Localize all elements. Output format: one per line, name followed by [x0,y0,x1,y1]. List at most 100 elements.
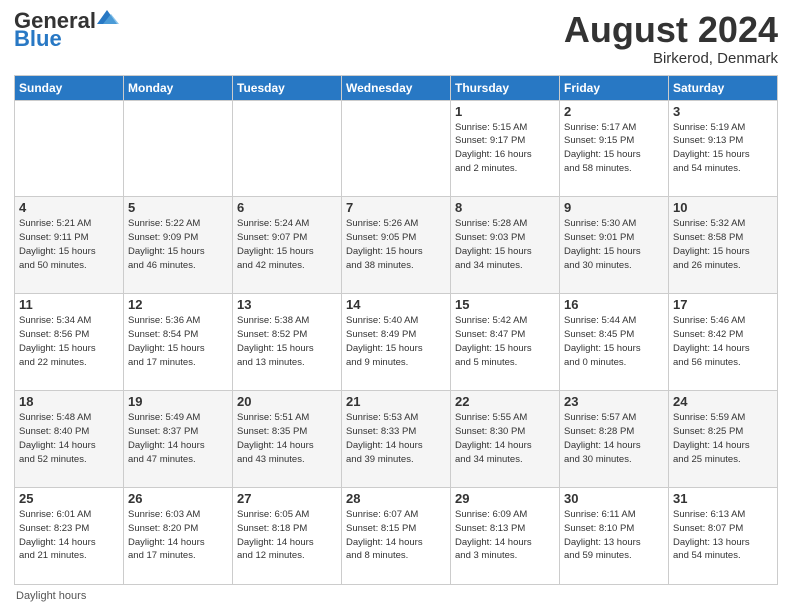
day-number: 2 [564,104,664,119]
day-info: Sunrise: 5:34 AM Sunset: 8:56 PM Dayligh… [19,314,119,369]
day-info: Sunrise: 5:26 AM Sunset: 9:05 PM Dayligh… [346,217,446,272]
day-info: Sunrise: 5:22 AM Sunset: 9:09 PM Dayligh… [128,217,228,272]
calendar-cell: 13 Sunrise: 5:38 AM Sunset: 8:52 PM Dayli… [233,294,342,391]
day-info: Sunrise: 6:13 AM Sunset: 8:07 PM Dayligh… [673,508,773,563]
day-number: 6 [237,200,337,215]
calendar-cell: 15Sunrise: 5:42 AM Sunset: 8:47 PM Dayli… [451,294,560,391]
day-info: Sunrise: 5:46 AM Sunset: 8:42 PM Dayligh… [673,314,773,369]
calendar-cell: 23 Sunrise: 5:57 AM Sunset: 8:28 PM Dayli… [560,391,669,488]
day-info: Sunrise: 6:05 AM Sunset: 8:18 PM Dayligh… [237,508,337,563]
day-number: 14 [346,297,446,312]
logo-icon [97,10,119,28]
day-info: Sunrise: 5:59 AM Sunset: 8:25 PM Dayligh… [673,411,773,466]
header: General Blue August 2024 Birkerod, Denma… [14,10,778,67]
calendar-cell: 21Sunrise: 5:53 AM Sunset: 8:33 PM Dayli… [342,391,451,488]
day-number: 22 [455,394,555,409]
calendar-cell: 3 Sunrise: 5:19 AM Sunset: 9:13 PM Daylig… [669,100,778,197]
col-friday: Friday [560,75,669,100]
col-thursday: Thursday [451,75,560,100]
day-number: 3 [673,104,773,119]
calendar-cell: 20Sunrise: 5:51 AM Sunset: 8:35 PM Dayli… [233,391,342,488]
day-info: Sunrise: 5:36 AM Sunset: 8:54 PM Dayligh… [128,314,228,369]
week-row-4: 18 Sunrise: 5:48 AM Sunset: 8:40 PM Dayli… [15,391,778,488]
day-info: Sunrise: 5:32 AM Sunset: 8:58 PM Dayligh… [673,217,773,272]
day-info: Sunrise: 6:07 AM Sunset: 8:15 PM Dayligh… [346,508,446,563]
col-monday: Monday [124,75,233,100]
day-info: Sunrise: 5:38 AM Sunset: 8:52 PM Dayligh… [237,314,337,369]
week-row-1: 1Sunrise: 5:15 AM Sunset: 9:17 PM Daylig… [15,100,778,197]
calendar-header-row: Sunday Monday Tuesday Wednesday Thursday… [15,75,778,100]
calendar-cell [233,100,342,197]
calendar-cell [15,100,124,197]
col-tuesday: Tuesday [233,75,342,100]
week-row-3: 11 Sunrise: 5:34 AM Sunset: 8:56 PM Dayli… [15,294,778,391]
calendar-cell: 5 Sunrise: 5:22 AM Sunset: 9:09 PM Daylig… [124,197,233,294]
logo-blue: Blue [14,28,119,50]
day-number: 30 [564,491,664,506]
calendar-cell: 27 Sunrise: 6:05 AM Sunset: 8:18 PM Dayli… [233,488,342,585]
day-number: 28 [346,491,446,506]
calendar-cell: 16 Sunrise: 5:44 AM Sunset: 8:45 PM Dayli… [560,294,669,391]
day-number: 13 [237,297,337,312]
day-info: Sunrise: 5:17 AM Sunset: 9:15 PM Dayligh… [564,121,664,176]
calendar-cell: 12Sunrise: 5:36 AM Sunset: 8:54 PM Dayli… [124,294,233,391]
calendar-cell: 11 Sunrise: 5:34 AM Sunset: 8:56 PM Dayli… [15,294,124,391]
page: General Blue August 2024 Birkerod, Denma… [0,0,792,612]
day-number: 25 [19,491,119,506]
day-number: 26 [128,491,228,506]
day-info: Sunrise: 5:30 AM Sunset: 9:01 PM Dayligh… [564,217,664,272]
day-number: 7 [346,200,446,215]
day-number: 17 [673,297,773,312]
calendar-cell: 17 Sunrise: 5:46 AM Sunset: 8:42 PM Dayli… [669,294,778,391]
day-number: 1 [455,104,555,119]
calendar-cell: 26 Sunrise: 6:03 AM Sunset: 8:20 PM Dayli… [124,488,233,585]
calendar-cell: 22 Sunrise: 5:55 AM Sunset: 8:30 PM Dayli… [451,391,560,488]
day-number: 27 [237,491,337,506]
day-info: Sunrise: 5:44 AM Sunset: 8:45 PM Dayligh… [564,314,664,369]
calendar-cell: 24 Sunrise: 5:59 AM Sunset: 8:25 PM Dayli… [669,391,778,488]
day-number: 23 [564,394,664,409]
calendar-cell: 25 Sunrise: 6:01 AM Sunset: 8:23 PM Dayli… [15,488,124,585]
calendar-cell: 9Sunrise: 5:30 AM Sunset: 9:01 PM Daylig… [560,197,669,294]
day-info: Sunrise: 5:53 AM Sunset: 8:33 PM Dayligh… [346,411,446,466]
title-block: August 2024 Birkerod, Denmark [564,10,778,67]
calendar-cell: 18 Sunrise: 5:48 AM Sunset: 8:40 PM Dayli… [15,391,124,488]
calendar-cell: 14 Sunrise: 5:40 AM Sunset: 8:49 PM Dayli… [342,294,451,391]
day-info: Sunrise: 5:57 AM Sunset: 8:28 PM Dayligh… [564,411,664,466]
calendar-cell: 10Sunrise: 5:32 AM Sunset: 8:58 PM Dayli… [669,197,778,294]
day-info: Sunrise: 5:40 AM Sunset: 8:49 PM Dayligh… [346,314,446,369]
day-info: Sunrise: 5:48 AM Sunset: 8:40 PM Dayligh… [19,411,119,466]
calendar: Sunday Monday Tuesday Wednesday Thursday… [14,75,778,585]
week-row-2: 4Sunrise: 5:21 AM Sunset: 9:11 PM Daylig… [15,197,778,294]
col-saturday: Saturday [669,75,778,100]
logo: General Blue [14,10,119,50]
day-number: 24 [673,394,773,409]
col-wednesday: Wednesday [342,75,451,100]
day-number: 16 [564,297,664,312]
week-row-5: 25 Sunrise: 6:01 AM Sunset: 8:23 PM Dayli… [15,488,778,585]
day-number: 31 [673,491,773,506]
day-number: 19 [128,394,228,409]
day-info: Sunrise: 6:01 AM Sunset: 8:23 PM Dayligh… [19,508,119,563]
calendar-cell: 6 Sunrise: 5:24 AM Sunset: 9:07 PM Daylig… [233,197,342,294]
day-number: 11 [19,297,119,312]
location: Birkerod, Denmark [564,50,778,67]
day-number: 29 [455,491,555,506]
month-title: August 2024 [564,10,778,50]
day-number: 8 [455,200,555,215]
day-info: Sunrise: 6:11 AM Sunset: 8:10 PM Dayligh… [564,508,664,563]
calendar-cell: 28 Sunrise: 6:07 AM Sunset: 8:15 PM Dayli… [342,488,451,585]
day-number: 18 [19,394,119,409]
calendar-cell [124,100,233,197]
day-info: Sunrise: 6:03 AM Sunset: 8:20 PM Dayligh… [128,508,228,563]
day-info: Sunrise: 5:24 AM Sunset: 9:07 PM Dayligh… [237,217,337,272]
calendar-cell: 1Sunrise: 5:15 AM Sunset: 9:17 PM Daylig… [451,100,560,197]
day-info: Sunrise: 5:55 AM Sunset: 8:30 PM Dayligh… [455,411,555,466]
day-info: Sunrise: 5:19 AM Sunset: 9:13 PM Dayligh… [673,121,773,176]
day-info: Sunrise: 5:28 AM Sunset: 9:03 PM Dayligh… [455,217,555,272]
day-number: 4 [19,200,119,215]
calendar-cell: 2 Sunrise: 5:17 AM Sunset: 9:15 PM Daylig… [560,100,669,197]
day-number: 5 [128,200,228,215]
day-info: Sunrise: 5:49 AM Sunset: 8:37 PM Dayligh… [128,411,228,466]
calendar-cell: 4Sunrise: 5:21 AM Sunset: 9:11 PM Daylig… [15,197,124,294]
